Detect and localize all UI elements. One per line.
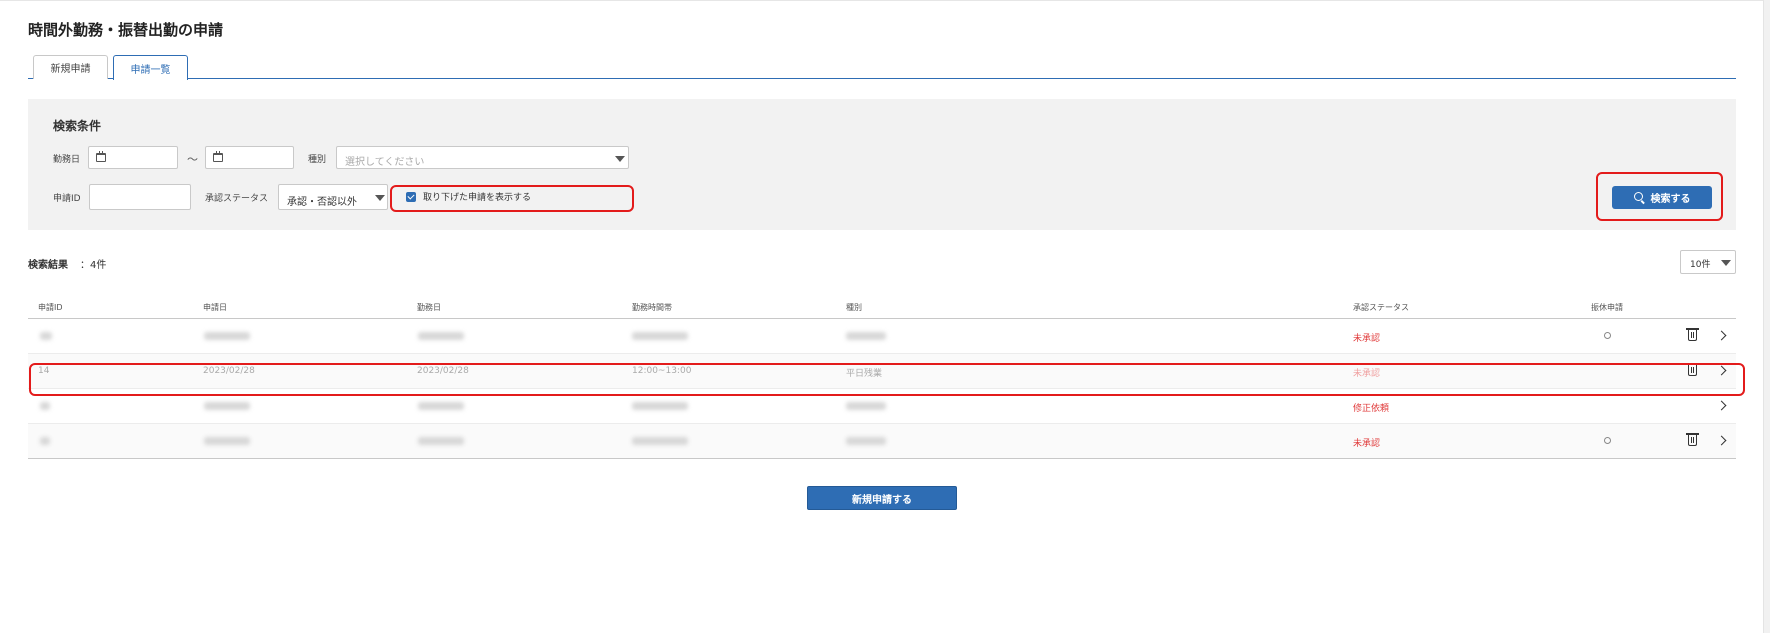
apply-date-cell: 2023/02/28 [203,366,255,376]
type-select-placeholder: 選択してください [345,157,425,168]
header-apply-date: 申請日 [203,303,227,312]
work-date-to-input[interactable] [205,146,294,169]
apply-id-cell: 14 [38,366,50,376]
header-work-date: 勤務日 [417,303,441,312]
table-row[interactable]: 未承認 [28,319,1736,354]
search-panel: 検索条件 勤務日 ～ 種別 選択してください 申請ID 承認ステータス 承認・否… [28,99,1736,230]
blurred-work-date [418,437,464,445]
work-date-cell: 2023/02/28 [417,366,469,376]
show-withdrawn-checkbox[interactable] [406,192,416,202]
chevron-right-icon[interactable] [1716,400,1727,411]
page-title: 時間外勤務・振替出勤の申請 [28,21,224,39]
chevron-right-icon[interactable] [1716,330,1727,341]
blurred-apply-id [40,437,50,445]
apply-id-label: 申請ID [53,194,81,204]
tab-application-list[interactable]: 申請一覧 [113,55,188,80]
approval-status-cell: 未承認 [1353,439,1381,449]
chevron-down-icon [615,156,625,162]
blurred-type [846,402,886,410]
approval-status-label: 承認ステータス [205,194,269,204]
blurred-work-date [418,332,464,340]
approval-status-cell: 未承認 [1353,369,1381,379]
work-date-from-input[interactable] [88,146,178,169]
approval-status-value: 承認・否認以外 [287,197,357,208]
blurred-type [846,332,886,340]
blurred-work-date [418,402,464,410]
chevron-right-icon[interactable] [1716,435,1727,446]
work-date-label: 勤務日 [53,155,81,165]
blurred-type [846,437,886,445]
table-row[interactable]: 未承認 [28,424,1736,459]
search-panel-title: 検索条件 [53,119,102,133]
approval-status-select[interactable]: 承認・否認以外 [278,184,388,210]
trash-icon[interactable] [1686,433,1699,446]
search-icon [1633,192,1645,203]
holiday-circle-icon [1604,437,1611,444]
chevron-right-icon[interactable] [1716,365,1727,376]
vertical-scrollbar[interactable] [1763,0,1770,633]
trash-icon[interactable] [1686,328,1699,341]
chevron-down-icon [1721,260,1731,266]
calendar-icon [213,151,223,162]
per-page-select[interactable]: 10件 [1680,250,1736,274]
blurred-apply-date [204,402,250,410]
chevron-down-icon [375,195,385,201]
top-border [0,0,1770,1]
per-page-value: 10件 [1690,260,1711,270]
type-cell: 平日残業 [846,369,883,379]
header-substitute-holiday: 振休申請 [1591,303,1623,312]
blurred-apply-id [40,332,52,340]
result-label: 検索結果 [28,260,68,271]
blurred-apply-date [204,332,250,340]
blurred-work-time [632,402,688,410]
type-label: 種別 [308,155,327,165]
work-time-cell: 12:00~13:00 [632,366,692,376]
type-select[interactable]: 選択してください [336,146,629,169]
show-withdrawn-label[interactable]: 取り下げた申請を表示する [423,190,531,203]
date-range-separator: ～ [187,153,198,166]
blurred-work-time [632,332,688,340]
tab-new-application[interactable]: 新規申請 [33,55,108,79]
results-table: 申請ID 申請日 勤務日 勤務時間帯 種別 承認ステータス 振休申請 未承認 1… [28,299,1736,459]
trash-icon[interactable] [1686,363,1699,376]
holiday-circle-icon [1604,332,1611,339]
blurred-apply-id [40,402,50,410]
new-application-button[interactable]: 新規申請する [807,486,957,510]
header-work-time: 勤務時間帯 [632,303,672,312]
approval-status-cell: 修正依頼 [1353,404,1390,414]
header-type: 種別 [846,303,862,312]
header-approval-status: 承認ステータス [1353,303,1409,312]
tab-bar: 新規申請 申請一覧 [28,55,1736,80]
result-count: ：4件 [80,260,107,271]
search-button[interactable]: 検索する [1612,186,1712,209]
table-header: 申請ID 申請日 勤務日 勤務時間帯 種別 承認ステータス 振休申請 [28,299,1736,319]
blurred-work-time [632,437,688,445]
approval-status-cell: 未承認 [1353,334,1381,344]
calendar-icon [96,151,106,162]
header-apply-id: 申請ID [38,303,63,312]
apply-id-input[interactable] [89,184,191,210]
blurred-apply-date [204,437,250,445]
table-row[interactable]: 修正依頼 [28,389,1736,424]
table-row[interactable]: 14 2023/02/28 2023/02/28 12:00~13:00 平日残… [28,354,1736,389]
search-button-label: 検索する [1650,194,1691,205]
